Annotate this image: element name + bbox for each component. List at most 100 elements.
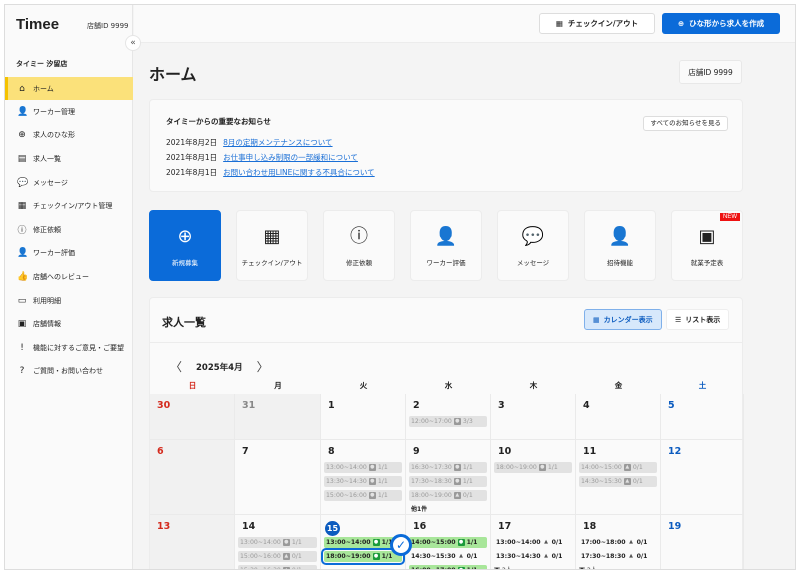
day-number: 1	[328, 400, 402, 413]
calendar-day[interactable]: 2 12:00~17:00 ● 3/3	[406, 394, 491, 440]
day-number-text: 18	[583, 521, 597, 532]
job-time: 13:30~14:30	[496, 553, 541, 560]
action-message[interactable]: 💬 メッセージ	[497, 210, 569, 281]
calendar-day[interactable]: 16 14:00~15:00●1/1 14:30~15:30▲0/1 16:00~17…	[406, 515, 491, 569]
notice-link[interactable]: お問い合わせ用LINEに関する不具合について	[223, 167, 375, 178]
sidebar-item[interactable]: 👍 店舗へのレビュー	[5, 265, 133, 289]
sidebar-item[interactable]: ⌂ ホーム	[5, 77, 133, 100]
day-number: 9	[413, 446, 487, 459]
action-label: メッセージ	[516, 259, 550, 267]
job-slot[interactable]: 17:30~18:30 ▲ 0/1	[579, 551, 657, 562]
notice-link[interactable]: お仕事申し込み制限の一部緩和について	[223, 152, 358, 163]
job-slot[interactable]: 14:30~15:30 ▲ 0/1	[409, 551, 487, 562]
sidebar-item-label: メッセージ	[33, 178, 68, 187]
job-slot[interactable]: 17:30~18:30 ● 1/1	[409, 476, 487, 487]
calendar-week: 131413:00~14:00●1/115:00~16:00▲0/115:30~…	[150, 515, 744, 570]
calendar-day[interactable]: 4	[576, 394, 661, 440]
job-slot[interactable]: 17:00~18:00 ▲ 0/1	[579, 537, 657, 548]
job-slot[interactable]: 18:00~19:00 ● 1/1	[494, 462, 572, 473]
create-from-template-button[interactable]: ⊕ ひな形から求人を作成	[662, 13, 780, 34]
job-slot[interactable]: 16:30~17:30 ● 1/1	[409, 462, 487, 473]
staff-icon: ▣	[579, 566, 585, 570]
job-slot[interactable]: 18:00~19:00 ▲ 0/1	[409, 490, 487, 501]
action-person-check[interactable]: 👤 ワーカー評価	[410, 210, 482, 281]
job-slot[interactable]: 13:00~14:00 ● 1/1	[324, 462, 402, 473]
person-icon: ▲	[544, 553, 548, 559]
collapse-sidebar-button[interactable]: «	[125, 35, 141, 51]
job-slot[interactable]: 13:30~14:30 ▲ 0/1	[494, 551, 572, 562]
calendar-day[interactable]: 19	[661, 515, 744, 569]
sidebar: Timee 店舗ID 9999 タイミー 汐留店 ⌂ ホーム 👤 ワーカー管理 ⊕ 求人の…	[5, 5, 133, 569]
day-number: 3	[498, 400, 572, 413]
list-view-tab[interactable]: ☰ リスト表示	[666, 309, 730, 330]
job-count: 1/1	[377, 478, 388, 485]
calendar-day[interactable]: 1	[321, 394, 406, 440]
day-number-text: 12	[668, 446, 682, 457]
action-alert[interactable]: ⓘ 修正依頼	[323, 210, 395, 281]
job-time: 18:00~19:00	[411, 492, 452, 499]
calendar-day[interactable]: 10 18:00~19:00 ● 1/1	[491, 440, 576, 515]
calendar-day[interactable]: 7	[235, 440, 321, 515]
qr-icon: ▦	[17, 201, 27, 212]
sidebar-item-label: チェックイン/アウト管理	[33, 202, 113, 211]
sidebar-item[interactable]: ▦ チェックイン/アウト管理	[5, 194, 133, 218]
notice-date: 2021年8月2日	[166, 138, 218, 147]
sidebar-item[interactable]: ⓘ 修正依頼	[5, 218, 133, 242]
job-slot[interactable]: 15:30~16:30▲0/1	[238, 565, 317, 569]
calendar-day[interactable]: 12	[661, 440, 744, 515]
sidebar-item-label: ご質問・お問い合わせ	[33, 367, 103, 376]
checkin-button[interactable]: ▦ チェックイン/アウト	[539, 13, 655, 34]
job-slot[interactable]: 14:00~15:00 ▲ 0/1	[579, 462, 657, 473]
calendar-day[interactable]: 8 13:00~14:00 ● 1/1 13:30~14:30 ● 1/1 15:00~16:…	[321, 440, 406, 515]
job-slot[interactable]: 13:00~14:00 ▲ 0/1	[494, 537, 572, 548]
prev-month-button[interactable]: 〈	[170, 358, 182, 375]
job-slot[interactable]: 14:30~15:30 ▲ 0/1	[579, 476, 657, 487]
calendar-day[interactable]: 31	[235, 394, 321, 440]
job-slot[interactable]: 12:00~17:00 ● 3/3	[409, 416, 487, 427]
calendar-day[interactable]: 3	[491, 394, 576, 440]
see-all-notices-button[interactable]: すべてのお知らせを見る	[643, 116, 728, 131]
action-badge[interactable]: ▣ 就業予定表 NEW	[671, 210, 743, 281]
sidebar-item[interactable]: ▣ 店舗情報	[5, 312, 133, 336]
sidebar-item[interactable]: ▤ 求人一覧	[5, 147, 133, 171]
sidebar-item[interactable]: 👤 ワーカー評価	[5, 242, 133, 266]
next-month-button[interactable]: 〉	[257, 358, 269, 375]
calendar-day[interactable]: 13	[150, 515, 235, 569]
calendar-view-tab[interactable]: ▦ カレンダー表示	[584, 309, 662, 330]
sidebar-item[interactable]: ▭ 利用明細	[5, 289, 133, 313]
sidebar-item[interactable]: 👤 ワーカー管理	[5, 100, 133, 124]
more-jobs-link[interactable]: 他1件	[411, 504, 487, 513]
sidebar-item[interactable]: ⊕ 求人のひな形	[5, 124, 133, 148]
weekday-label: 土	[698, 381, 707, 390]
job-slot[interactable]: 18:00~19:00 ● 1/1	[321, 548, 405, 565]
day-number: 16	[413, 521, 487, 534]
calendar-day[interactable]: 1713:00~14:00▲0/113:30~14:30▲0/1▣2人	[491, 515, 576, 570]
notice-date: 2021年8月1日	[166, 153, 218, 162]
calendar-day[interactable]: 5	[661, 394, 744, 440]
job-slot[interactable]: 15:00~16:00 ▲ 0/1	[238, 551, 317, 562]
job-slot[interactable]: 15:00~16:00 ● 1/1	[324, 490, 402, 501]
day-number-text: 3	[498, 400, 505, 411]
day-number-text: 9	[413, 446, 420, 457]
action-qr[interactable]: ▦ チェックイン/アウト	[236, 210, 308, 281]
job-time: 17:30~18:30	[581, 553, 626, 560]
day-number: 7	[242, 446, 317, 459]
calendar-day[interactable]: 9 16:30~17:30 ● 1/1 17:30~18:30 ● 1/1 18:00~19:…	[406, 440, 491, 515]
action-plus-circle[interactable]: ⊕ 新規募集	[149, 210, 221, 281]
calendar-day[interactable]: 6	[150, 440, 235, 515]
job-slot[interactable]: 16:00~17:00●1/1	[409, 565, 487, 569]
action-person-add[interactable]: 👤 招待機能	[584, 210, 656, 281]
calendar-day[interactable]: 1817:00~18:00▲0/117:30~18:30▲0/1▣2人	[576, 515, 661, 570]
sidebar-item[interactable]: 💬 メッセージ	[5, 171, 133, 195]
job-slot[interactable]: 14:00~15:00 ● 1/1	[409, 537, 487, 548]
calendar-day[interactable]: 11 14:00~15:00 ▲ 0/1 14:30~15:30 ▲ 0/1	[576, 440, 661, 515]
job-count: 0/1	[632, 478, 643, 485]
sidebar-item[interactable]: ! 機能に対するご意見・ご要望	[5, 336, 133, 360]
calendar-day[interactable]: 1413:00~14:00●1/115:00~16:00▲0/115:30~16…	[235, 515, 321, 569]
job-slot[interactable]: 13:00~14:00 ● 1/1	[238, 537, 317, 548]
sidebar-item[interactable]: ? ご質問・お問い合わせ	[5, 360, 133, 384]
job-slot[interactable]: 13:30~14:30 ● 1/1	[324, 476, 402, 487]
staff-icon: ▣	[494, 566, 500, 570]
notice-link[interactable]: 8月の定期メンテナンスについて	[223, 137, 332, 148]
calendar-day[interactable]: 30	[150, 394, 235, 440]
